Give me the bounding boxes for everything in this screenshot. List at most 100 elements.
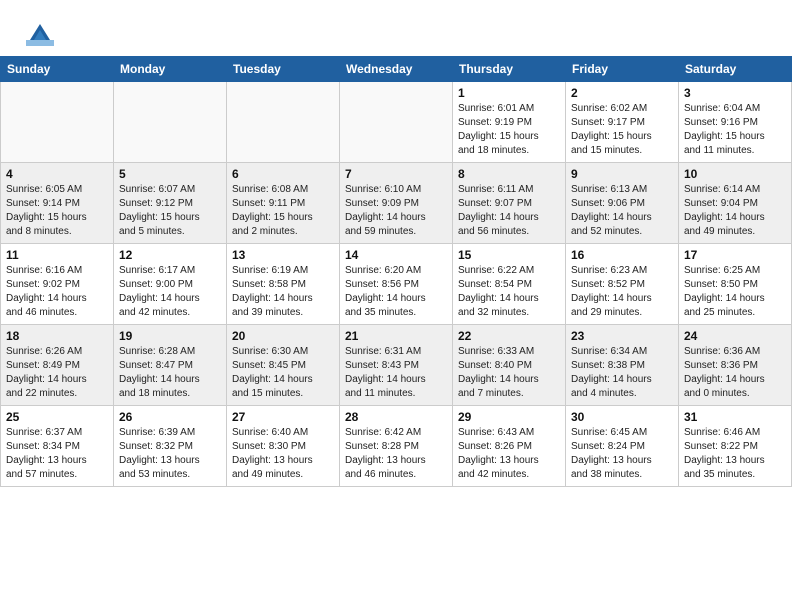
calendar-cell: 13 Sunrise: 6:19 AM Sunset: 8:58 PM Dayli… [227, 244, 340, 325]
day-number: 6 [232, 167, 334, 181]
day-info: Sunrise: 6:33 AM Sunset: 8:40 PM Dayligh… [458, 345, 560, 401]
calendar-cell: 5 Sunrise: 6:07 AM Sunset: 9:12 PM Daylig… [114, 163, 227, 244]
day-info: Sunrise: 6:07 AM Sunset: 9:12 PM Dayligh… [119, 183, 221, 239]
calendar-header-monday: Monday [114, 57, 227, 82]
day-info: Sunrise: 6:22 AM Sunset: 8:54 PM Dayligh… [458, 264, 560, 320]
day-info: Sunrise: 6:46 AM Sunset: 8:22 PM Dayligh… [684, 426, 786, 482]
day-info: Sunrise: 6:30 AM Sunset: 8:45 PM Dayligh… [232, 345, 334, 401]
day-number: 19 [119, 329, 221, 343]
calendar-cell: 17 Sunrise: 6:25 AM Sunset: 8:50 PM Dayli… [679, 244, 792, 325]
calendar-week-row: 18 Sunrise: 6:26 AM Sunset: 8:49 PM Dayli… [1, 325, 792, 406]
calendar-cell: 31Sunrise: 6:46 AM Sunset: 8:22 PM Dayli… [679, 406, 792, 487]
day-number: 24 [684, 329, 786, 343]
day-number: 4 [6, 167, 108, 181]
day-number: 13 [232, 248, 334, 262]
day-info: Sunrise: 6:19 AM Sunset: 8:58 PM Dayligh… [232, 264, 334, 320]
calendar-cell: 2 Sunrise: 6:02 AM Sunset: 9:17 PM Daylig… [566, 82, 679, 163]
day-number: 21 [345, 329, 447, 343]
day-info: Sunrise: 6:05 AM Sunset: 9:14 PM Dayligh… [6, 183, 108, 239]
day-info: Sunrise: 6:39 AM Sunset: 8:32 PM Dayligh… [119, 426, 221, 482]
calendar-cell: 6 Sunrise: 6:08 AM Sunset: 9:11 PM Daylig… [227, 163, 340, 244]
page-header [0, 0, 792, 56]
day-info: Sunrise: 6:20 AM Sunset: 8:56 PM Dayligh… [345, 264, 447, 320]
calendar-header-friday: Friday [566, 57, 679, 82]
day-number: 7 [345, 167, 447, 181]
calendar-week-row: 11 Sunrise: 6:16 AM Sunset: 9:02 PM Dayli… [1, 244, 792, 325]
day-number: 28 [345, 410, 447, 424]
calendar-header-saturday: Saturday [679, 57, 792, 82]
day-number: 29 [458, 410, 560, 424]
calendar-cell: 20 Sunrise: 6:30 AM Sunset: 8:45 PM Dayli… [227, 325, 340, 406]
calendar-cell: 21 Sunrise: 6:31 AM Sunset: 8:43 PM Dayli… [340, 325, 453, 406]
calendar-cell [1, 82, 114, 163]
calendar-cell: 8Sunrise: 6:11 AM Sunset: 9:07 PM Daylig… [453, 163, 566, 244]
calendar-cell: 16 Sunrise: 6:23 AM Sunset: 8:52 PM Dayli… [566, 244, 679, 325]
calendar-cell: 19Sunrise: 6:28 AM Sunset: 8:47 PM Dayli… [114, 325, 227, 406]
day-info: Sunrise: 6:02 AM Sunset: 9:17 PM Dayligh… [571, 102, 673, 158]
day-number: 11 [6, 248, 108, 262]
calendar-cell: 26 Sunrise: 6:39 AM Sunset: 8:32 PM Dayli… [114, 406, 227, 487]
day-number: 1 [458, 86, 560, 100]
day-number: 5 [119, 167, 221, 181]
day-number: 10 [684, 167, 786, 181]
calendar-cell: 25 Sunrise: 6:37 AM Sunset: 8:34 PM Dayli… [1, 406, 114, 487]
day-number: 2 [571, 86, 673, 100]
day-info: Sunrise: 6:25 AM Sunset: 8:50 PM Dayligh… [684, 264, 786, 320]
calendar-cell: 30Sunrise: 6:45 AM Sunset: 8:24 PM Dayli… [566, 406, 679, 487]
calendar-week-row: 25 Sunrise: 6:37 AM Sunset: 8:34 PM Dayli… [1, 406, 792, 487]
day-info: Sunrise: 6:23 AM Sunset: 8:52 PM Dayligh… [571, 264, 673, 320]
day-number: 3 [684, 86, 786, 100]
day-number: 14 [345, 248, 447, 262]
calendar-cell: 9Sunrise: 6:13 AM Sunset: 9:06 PM Daylig… [566, 163, 679, 244]
day-info: Sunrise: 6:37 AM Sunset: 8:34 PM Dayligh… [6, 426, 108, 482]
calendar-cell: 27Sunrise: 6:40 AM Sunset: 8:30 PM Dayli… [227, 406, 340, 487]
day-number: 20 [232, 329, 334, 343]
calendar-cell: 22 Sunrise: 6:33 AM Sunset: 8:40 PM Dayli… [453, 325, 566, 406]
day-info: Sunrise: 6:36 AM Sunset: 8:36 PM Dayligh… [684, 345, 786, 401]
day-info: Sunrise: 6:34 AM Sunset: 8:38 PM Dayligh… [571, 345, 673, 401]
day-number: 17 [684, 248, 786, 262]
calendar-header-sunday: Sunday [1, 57, 114, 82]
calendar-header-wednesday: Wednesday [340, 57, 453, 82]
day-number: 16 [571, 248, 673, 262]
logo [24, 18, 54, 46]
calendar-cell: 11 Sunrise: 6:16 AM Sunset: 9:02 PM Dayli… [1, 244, 114, 325]
calendar-cell: 7 Sunrise: 6:10 AM Sunset: 9:09 PM Daylig… [340, 163, 453, 244]
logo-icon [26, 18, 54, 46]
calendar-cell: 18 Sunrise: 6:26 AM Sunset: 8:49 PM Dayli… [1, 325, 114, 406]
day-info: Sunrise: 6:43 AM Sunset: 8:26 PM Dayligh… [458, 426, 560, 482]
calendar-cell: 12Sunrise: 6:17 AM Sunset: 9:00 PM Dayli… [114, 244, 227, 325]
calendar-cell: 1 Sunrise: 6:01 AM Sunset: 9:19 PM Daylig… [453, 82, 566, 163]
day-info: Sunrise: 6:42 AM Sunset: 8:28 PM Dayligh… [345, 426, 447, 482]
calendar-cell: 24 Sunrise: 6:36 AM Sunset: 8:36 PM Dayli… [679, 325, 792, 406]
day-info: Sunrise: 6:01 AM Sunset: 9:19 PM Dayligh… [458, 102, 560, 158]
day-info: Sunrise: 6:08 AM Sunset: 9:11 PM Dayligh… [232, 183, 334, 239]
day-info: Sunrise: 6:14 AM Sunset: 9:04 PM Dayligh… [684, 183, 786, 239]
day-number: 27 [232, 410, 334, 424]
calendar-cell: 10 Sunrise: 6:14 AM Sunset: 9:04 PM Dayli… [679, 163, 792, 244]
day-number: 25 [6, 410, 108, 424]
day-number: 22 [458, 329, 560, 343]
day-number: 18 [6, 329, 108, 343]
calendar-cell: 3 Sunrise: 6:04 AM Sunset: 9:16 PM Daylig… [679, 82, 792, 163]
day-info: Sunrise: 6:45 AM Sunset: 8:24 PM Dayligh… [571, 426, 673, 482]
day-info: Sunrise: 6:31 AM Sunset: 8:43 PM Dayligh… [345, 345, 447, 401]
calendar-header-thursday: Thursday [453, 57, 566, 82]
day-info: Sunrise: 6:10 AM Sunset: 9:09 PM Dayligh… [345, 183, 447, 239]
calendar-cell [114, 82, 227, 163]
day-number: 26 [119, 410, 221, 424]
day-number: 9 [571, 167, 673, 181]
day-info: Sunrise: 6:26 AM Sunset: 8:49 PM Dayligh… [6, 345, 108, 401]
day-number: 15 [458, 248, 560, 262]
calendar-table: SundayMondayTuesdayWednesdayThursdayFrid… [0, 56, 792, 487]
day-info: Sunrise: 6:11 AM Sunset: 9:07 PM Dayligh… [458, 183, 560, 239]
day-info: Sunrise: 6:04 AM Sunset: 9:16 PM Dayligh… [684, 102, 786, 158]
calendar-cell: 29 Sunrise: 6:43 AM Sunset: 8:26 PM Dayli… [453, 406, 566, 487]
calendar-header-tuesday: Tuesday [227, 57, 340, 82]
calendar-header-row: SundayMondayTuesdayWednesdayThursdayFrid… [1, 57, 792, 82]
calendar-week-row: 1 Sunrise: 6:01 AM Sunset: 9:19 PM Daylig… [1, 82, 792, 163]
calendar-week-row: 4 Sunrise: 6:05 AM Sunset: 9:14 PM Daylig… [1, 163, 792, 244]
day-info: Sunrise: 6:16 AM Sunset: 9:02 PM Dayligh… [6, 264, 108, 320]
calendar-cell: 15 Sunrise: 6:22 AM Sunset: 8:54 PM Dayli… [453, 244, 566, 325]
day-info: Sunrise: 6:17 AM Sunset: 9:00 PM Dayligh… [119, 264, 221, 320]
